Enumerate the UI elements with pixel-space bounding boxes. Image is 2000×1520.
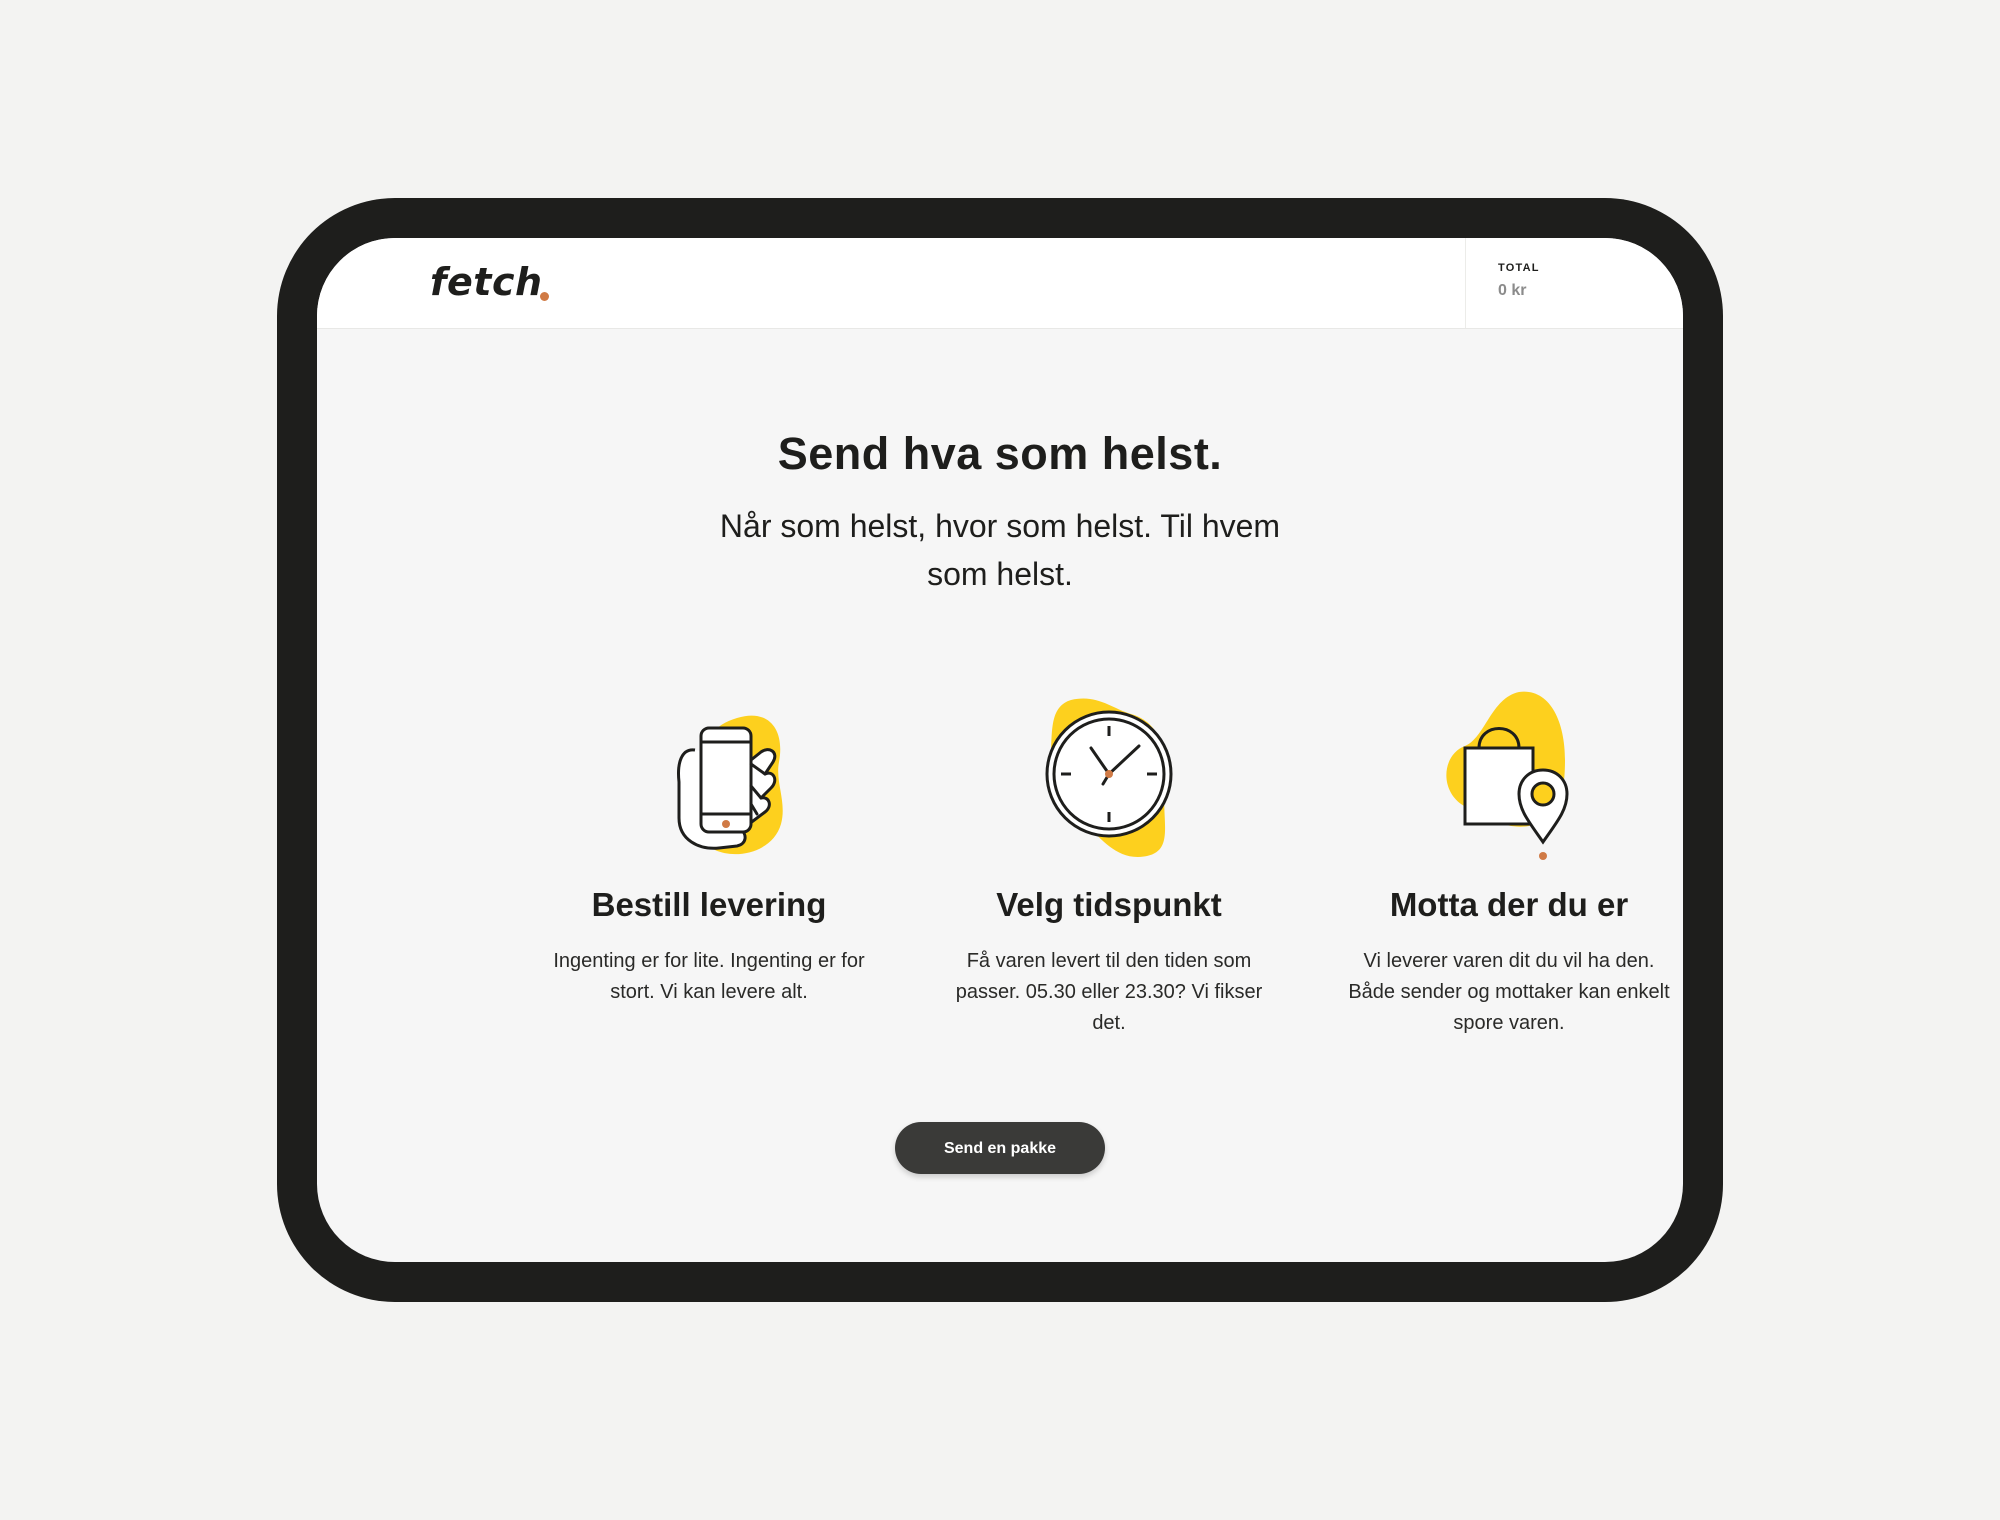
feature-text: Vi leverer varen dit du vil ha den. Både… bbox=[1348, 950, 1670, 1034]
feature-choose-time: Velg tidspunkt Få varen levert til den t… bbox=[909, 690, 1309, 1034]
send-package-button[interactable]: Send en pakke bbox=[895, 1122, 1105, 1174]
total-value: 0 kr bbox=[1498, 282, 1527, 299]
app-screen: fetch TOTAL 0 kr Send hva som helst. Når… bbox=[317, 238, 1683, 1262]
top-bar: fetch TOTAL 0 kr bbox=[317, 238, 1683, 329]
feature-title: Bestill levering bbox=[591, 886, 827, 923]
page-title: Send hva som helst. bbox=[777, 428, 1223, 479]
logo-dot bbox=[540, 292, 549, 301]
clock-icon bbox=[1045, 698, 1173, 858]
fetch-logo[interactable]: fetch bbox=[430, 260, 543, 304]
feature-title: Motta der du er bbox=[1389, 886, 1629, 923]
feature-receive: Motta der du er Vi leverer varen dit du … bbox=[1309, 690, 1683, 1034]
tablet-frame: fetch TOTAL 0 kr Send hva som helst. Når… bbox=[277, 198, 1723, 1302]
phone-in-hand-icon bbox=[677, 715, 783, 855]
total-label: TOTAL bbox=[1498, 262, 1540, 274]
cart-total[interactable]: TOTAL 0 kr bbox=[1465, 238, 1683, 328]
feature-text: Få varen levert til den tiden som passer… bbox=[955, 950, 1263, 1034]
feature-order-delivery: Bestill levering Ingenting er for lite. … bbox=[509, 690, 909, 1030]
page-subtitle: Når som helst, hvor som helst. Til hvem … bbox=[719, 508, 1281, 592]
feature-title: Velg tidspunkt bbox=[996, 886, 1222, 923]
feature-text: Ingenting er for lite. Ingenting er for … bbox=[553, 950, 865, 1003]
shopping-bag-location-icon bbox=[1446, 691, 1569, 860]
